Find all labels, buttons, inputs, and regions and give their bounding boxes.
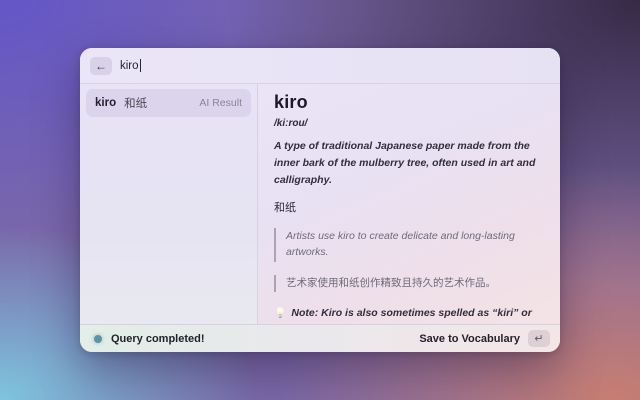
translation-text: 和纸	[274, 199, 544, 215]
ai-result-badge: AI Result	[199, 97, 242, 109]
result-item-word: kiro	[95, 97, 116, 109]
lightbulb-icon: 💡	[274, 308, 286, 319]
return-glyph: ↵	[534, 332, 543, 345]
search-input[interactable]: kiro	[120, 59, 141, 72]
definition-text: A type of traditional Japanese paper mad…	[274, 138, 544, 189]
window-body: kiro 和纸 AI Result kiro /kiːrou/ A type o…	[80, 84, 560, 324]
example-sentence-zh: 艺术家使用和纸创作精致且持久的艺术作品。	[274, 275, 544, 293]
back-button[interactable]: ←	[90, 57, 112, 75]
result-list-item-selected[interactable]: kiro 和纸 AI Result	[86, 89, 251, 117]
enter-key-icon[interactable]: ↵	[528, 330, 550, 347]
back-arrow-icon: ←	[95, 59, 107, 73]
dictionary-window: ← kiro kiro 和纸 AI Result kiro /kiːrou/ A…	[80, 48, 560, 352]
desktop: { "window": { "search": { "back_icon": "…	[0, 0, 640, 400]
result-item-translation: 和纸	[124, 95, 147, 111]
pronunciation: /kiːrou/	[274, 118, 544, 129]
search-query-text: kiro	[120, 60, 139, 72]
save-to-vocabulary-button[interactable]: Save to Vocabulary	[419, 333, 520, 345]
status-bar: Query completed! Save to Vocabulary ↵	[80, 324, 560, 352]
headword: kiro	[274, 92, 544, 113]
example-sentence-en: Artists use kiro to create delicate and …	[274, 228, 544, 262]
definition-panel: kiro /kiːrou/ A type of traditional Japa…	[258, 84, 560, 324]
status-message: Query completed!	[111, 333, 205, 345]
results-sidebar: kiro 和纸 AI Result	[80, 84, 258, 324]
status-dot-icon	[94, 335, 102, 343]
text-cursor	[140, 59, 142, 72]
search-bar: ← kiro	[80, 48, 560, 84]
